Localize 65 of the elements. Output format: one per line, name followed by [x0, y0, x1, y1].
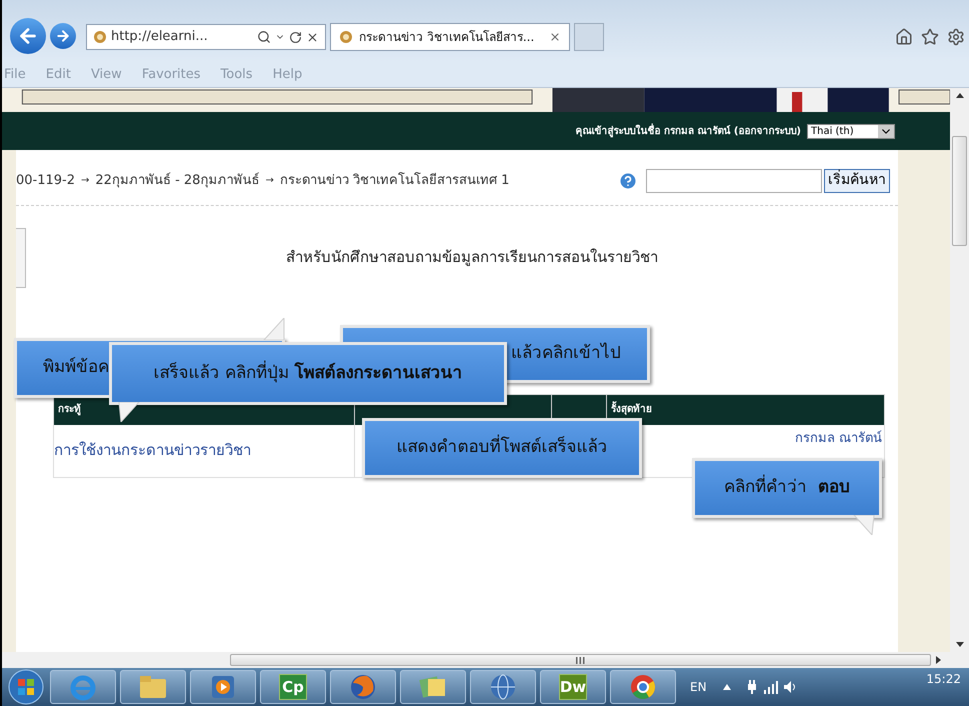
close-tab-icon[interactable]: [549, 31, 561, 43]
photos-icon: [418, 674, 448, 700]
close-icon[interactable]: [306, 30, 319, 44]
topic-link[interactable]: การใช้งานกระดานข่าวรายวิชา: [54, 424, 355, 476]
taskbar-button[interactable]: [330, 670, 396, 704]
star-icon[interactable]: [921, 28, 939, 46]
forward-button[interactable]: [50, 23, 76, 49]
globe-fox-icon: [349, 673, 377, 701]
app-icon: Cp: [279, 674, 307, 700]
search-icon[interactable]: [257, 30, 271, 44]
breadcrumb-link[interactable]: 00-119-2: [16, 170, 76, 190]
scrollbar-thumb[interactable]: [230, 654, 931, 666]
callout: เสร็จแล้ว คลิกที่ปุ่ม โพสต์ลงกระดานเสวนา: [109, 342, 507, 405]
app-icon: Dw: [559, 674, 587, 700]
start-button[interactable]: [6, 669, 46, 705]
refresh-icon[interactable]: [289, 30, 302, 44]
taskbar-button[interactable]: [470, 670, 536, 704]
chrome-icon: [629, 673, 657, 701]
help-icon[interactable]: [618, 170, 638, 190]
scroll-right-icon[interactable]: [935, 656, 942, 664]
clock[interactable]: 15:22: [926, 670, 961, 688]
scroll-down-icon[interactable]: [956, 642, 964, 648]
scrollbar-thumb[interactable]: [952, 136, 967, 246]
breadcrumb-link[interactable]: 22กุมภาพันธ์ - 28กุมภาพันธ์: [95, 170, 260, 190]
language-select[interactable]: Thai (th): [807, 124, 895, 138]
settings-icon[interactable]: [947, 28, 965, 46]
callout: แสดงคำตอบที่โพสต์เสร็จแล้ว: [362, 418, 642, 478]
login-text: คุณเข้าสู่ระบบในชื่อ กรกมล ณารัตน์ (ออกจากระบบ): [575, 124, 801, 138]
taskbar-button[interactable]: [610, 670, 676, 704]
page-heading: สำหรับนักศึกษาสอบถามข้อมูลการเรียนการสอนในรายวิชา: [285, 247, 659, 268]
home-icon[interactable]: [895, 28, 913, 46]
callout-tail: [262, 318, 286, 340]
taskbar-button[interactable]: Cp: [260, 670, 326, 704]
folder-icon: [138, 674, 168, 700]
browser-tab[interactable]: กระดานข่าว วิชาเทคโนโลยีสาร...: [330, 23, 570, 51]
breadcrumb-separator: →: [81, 174, 90, 188]
taskbar-button[interactable]: Dw: [540, 670, 606, 704]
address-text: http://elearni...: [111, 28, 208, 46]
breadcrumb-separator: →: [265, 174, 274, 188]
back-button[interactable]: [10, 18, 46, 54]
address-field[interactable]: http://elearni...: [86, 24, 326, 50]
grip-icon: [576, 656, 585, 664]
callout: คลิกที่คำว่า ตอบ: [692, 458, 882, 518]
search-button[interactable]: เริ่มค้นหา: [824, 168, 890, 192]
signal-icon[interactable]: [762, 680, 779, 694]
callout-tail: [852, 515, 876, 535]
language-indicator[interactable]: EN: [690, 678, 707, 696]
browser-icon: [69, 673, 97, 701]
search-field[interactable]: [646, 168, 822, 192]
callout-tail: [117, 402, 141, 422]
scroll-up-icon[interactable]: [956, 92, 964, 98]
taskbar-button[interactable]: [120, 670, 186, 704]
breadcrumb-link[interactable]: กระดานข่าว วิชาเทคโนโลยีสารสนเทศ 1: [280, 170, 510, 190]
globe-icon: [489, 673, 517, 701]
taskbar-button[interactable]: [190, 670, 256, 704]
show-hidden-icon[interactable]: [722, 684, 731, 690]
site-icon: [93, 30, 107, 44]
taskbar-button[interactable]: [400, 670, 466, 704]
site-icon: [339, 30, 353, 44]
dropdown-icon: [878, 124, 894, 138]
taskbar-button[interactable]: [50, 670, 116, 704]
author-link[interactable]: กรกมล ณารัตน์: [794, 428, 882, 448]
play-icon: [210, 674, 236, 700]
volume-icon[interactable]: [782, 680, 797, 694]
forward-arrow-icon: [55, 28, 71, 44]
